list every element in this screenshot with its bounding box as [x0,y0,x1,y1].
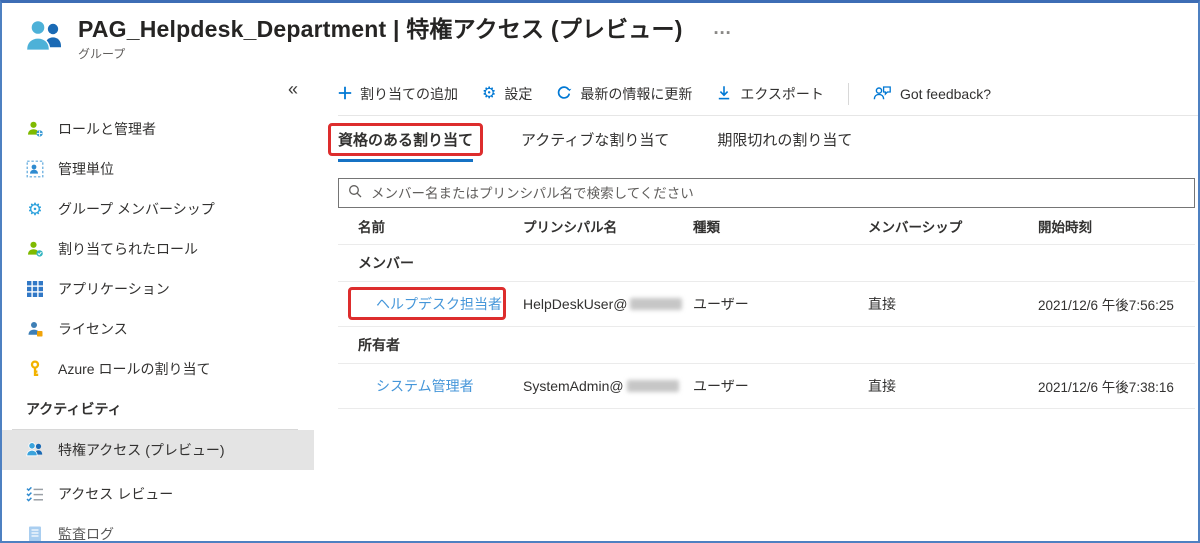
refresh-button[interactable]: 最新の情報に更新 [556,84,692,104]
type-cell: ユーザー [693,378,749,394]
principal-cell: SystemAdmin@ [523,378,693,394]
button-label: 設定 [504,86,533,102]
roles-admins-icon [26,120,44,138]
principal-cell: HelpDeskUser@ [523,296,693,312]
sidebar-item-roles-admins[interactable]: ロールと管理者 [2,109,314,149]
gear-icon: ⚙ [482,85,497,102]
membership-cell: 直接 [868,296,896,312]
body: « ロールと管理者 管理単位 ⚙ グループ メンバーシップ 割り当てられたロール… [2,73,1198,541]
principal-prefix: SystemAdmin@ [523,378,624,394]
member-name-link[interactable]: ヘルプデスク担当者 [376,296,502,312]
redacted-domain [630,298,683,310]
settings-button[interactable]: ⚙ 設定 [482,84,532,104]
sidebar-item-admin-units[interactable]: 管理単位 [2,149,314,189]
privileged-access-icon [26,441,44,459]
button-label: 割り当ての追加 [360,86,458,102]
audit-logs-icon [26,525,44,541]
assignments-table: 名前 プリンシパル名 種類 メンバーシップ 開始時刻 メンバー ヘルプデスク担当… [338,208,1195,409]
sidebar-item-azure-role-assignments[interactable]: Azure ロールの割り当て [2,349,314,389]
sidebar-item-label: ロールと管理者 [58,121,156,137]
sidebar-item-label: 監査ログ [58,526,114,542]
group-row-members: メンバー [338,245,1195,282]
sidebar-item-label: グループ メンバーシップ [58,201,215,217]
licenses-icon [26,320,44,338]
tab-label: 期限切れの割り当て [717,132,853,149]
sidebar-item-label: Azure ロールの割り当て [58,361,211,377]
feedback-icon [873,85,892,104]
tab-eligible-assignments[interactable]: 資格のある割り当て [328,123,484,162]
tab-bar: 資格のある割り当て アクティブな割り当て 期限切れの割り当て [328,123,1198,162]
start-time-cell: 2021/12/6 午後7:38:16 [1038,380,1174,395]
table-row[interactable]: ヘルプデスク担当者 HelpDeskUser@ ユーザー 直接 2021/12/… [338,282,1195,327]
key-icon [26,360,44,378]
export-button[interactable]: エクスポート [716,84,824,104]
assigned-roles-icon [26,240,44,258]
member-name-link[interactable]: システム管理者 [376,378,474,394]
page-subtitle: グループ [78,46,126,61]
button-label: エクスポート [740,86,824,102]
access-reviews-icon [26,485,44,503]
refresh-icon [556,85,572,104]
type-cell: ユーザー [693,296,749,312]
feedback-button[interactable]: Got feedback? [873,85,991,104]
column-header-type[interactable]: 種類 [693,216,868,236]
sidebar-nav: ロールと管理者 管理単位 ⚙ グループ メンバーシップ 割り当てられたロール ア… [2,109,314,542]
column-header-start-time[interactable]: 開始時刻 [1038,216,1195,236]
sidebar-item-audit-logs[interactable]: 監査ログ [2,514,314,542]
sidebar-item-group-membership[interactable]: ⚙ グループ メンバーシップ [2,189,314,229]
admin-units-icon [26,160,44,178]
redacted-domain [626,380,679,392]
column-header-name[interactable]: 名前 [358,216,523,236]
command-bar: 割り当ての追加 ⚙ 設定 最新の情報に更新 エクスポート Got feedbac… [338,73,1198,116]
principal-prefix: HelpDeskUser@ [523,296,628,312]
sidebar-section-activity: アクティビティ [26,401,122,417]
more-menu-icon[interactable]: … [713,19,732,38]
group-membership-icon: ⚙ [27,199,43,219]
add-assignment-button[interactable]: 割り当ての追加 [338,84,458,104]
sidebar-item-label: ライセンス [58,321,128,337]
sidebar-item-label: 管理単位 [58,161,114,177]
app-window: PAG_Helpdesk_Department | 特権アクセス (プレビュー)… [0,0,1200,543]
search-input[interactable] [369,184,1185,202]
main-content: 割り当ての追加 ⚙ 設定 最新の情報に更新 エクスポート Got feedbac… [314,73,1198,541]
name-cell: システム管理者 [358,376,523,396]
applications-icon [26,280,44,298]
sidebar-item-label: 特権アクセス (プレビュー) [58,442,225,458]
plus-icon [338,86,352,103]
tab-label: アクティブな割り当て [521,132,670,149]
page-title: PAG_Helpdesk_Department | 特権アクセス (プレビュー) [78,16,683,42]
sidebar-item-label: アクセス レビュー [58,486,174,502]
header-titles: PAG_Helpdesk_Department | 特権アクセス (プレビュー)… [78,15,683,62]
group-row-owners: 所有者 [338,327,1195,364]
collapse-sidebar-icon[interactable]: « [288,79,298,100]
tab-label: 資格のある割り当て [338,132,474,149]
column-header-membership[interactable]: メンバーシップ [868,216,1038,236]
membership-cell: 直接 [868,378,896,394]
search-icon [348,184,362,203]
sidebar-item-licenses[interactable]: ライセンス [2,309,314,349]
sidebar-item-access-reviews[interactable]: アクセス レビュー [2,474,314,514]
name-cell: ヘルプデスク担当者 [348,287,523,320]
start-time-cell: 2021/12/6 午後7:56:25 [1038,298,1174,313]
tab-active-assignments[interactable]: アクティブな割り当て [521,129,669,162]
button-label: Got feedback? [899,86,991,102]
sidebar-item-assigned-roles[interactable]: 割り当てられたロール [2,229,314,269]
group-icon [24,17,66,55]
sidebar-item-label: 割り当てられたロール [58,241,198,257]
download-icon [716,85,732,104]
sidebar-item-privileged-access[interactable]: 特権アクセス (プレビュー) [2,430,314,470]
tab-expired-assignments[interactable]: 期限切れの割り当て [717,129,852,162]
sidebar-item-label: アプリケーション [58,281,170,297]
table-header-row: 名前 プリンシパル名 種類 メンバーシップ 開始時刻 [338,208,1195,245]
button-label: 最新の情報に更新 [580,86,693,102]
page-header: PAG_Helpdesk_Department | 特権アクセス (プレビュー)… [2,3,1198,73]
sidebar: « ロールと管理者 管理単位 ⚙ グループ メンバーシップ 割り当てられたロール… [2,73,314,541]
sidebar-item-applications[interactable]: アプリケーション [2,269,314,309]
toolbar-divider [847,83,849,105]
column-header-principal[interactable]: プリンシパル名 [523,216,693,236]
table-row[interactable]: システム管理者 SystemAdmin@ ユーザー 直接 2021/12/6 午… [338,364,1195,409]
search-box[interactable] [338,178,1195,208]
